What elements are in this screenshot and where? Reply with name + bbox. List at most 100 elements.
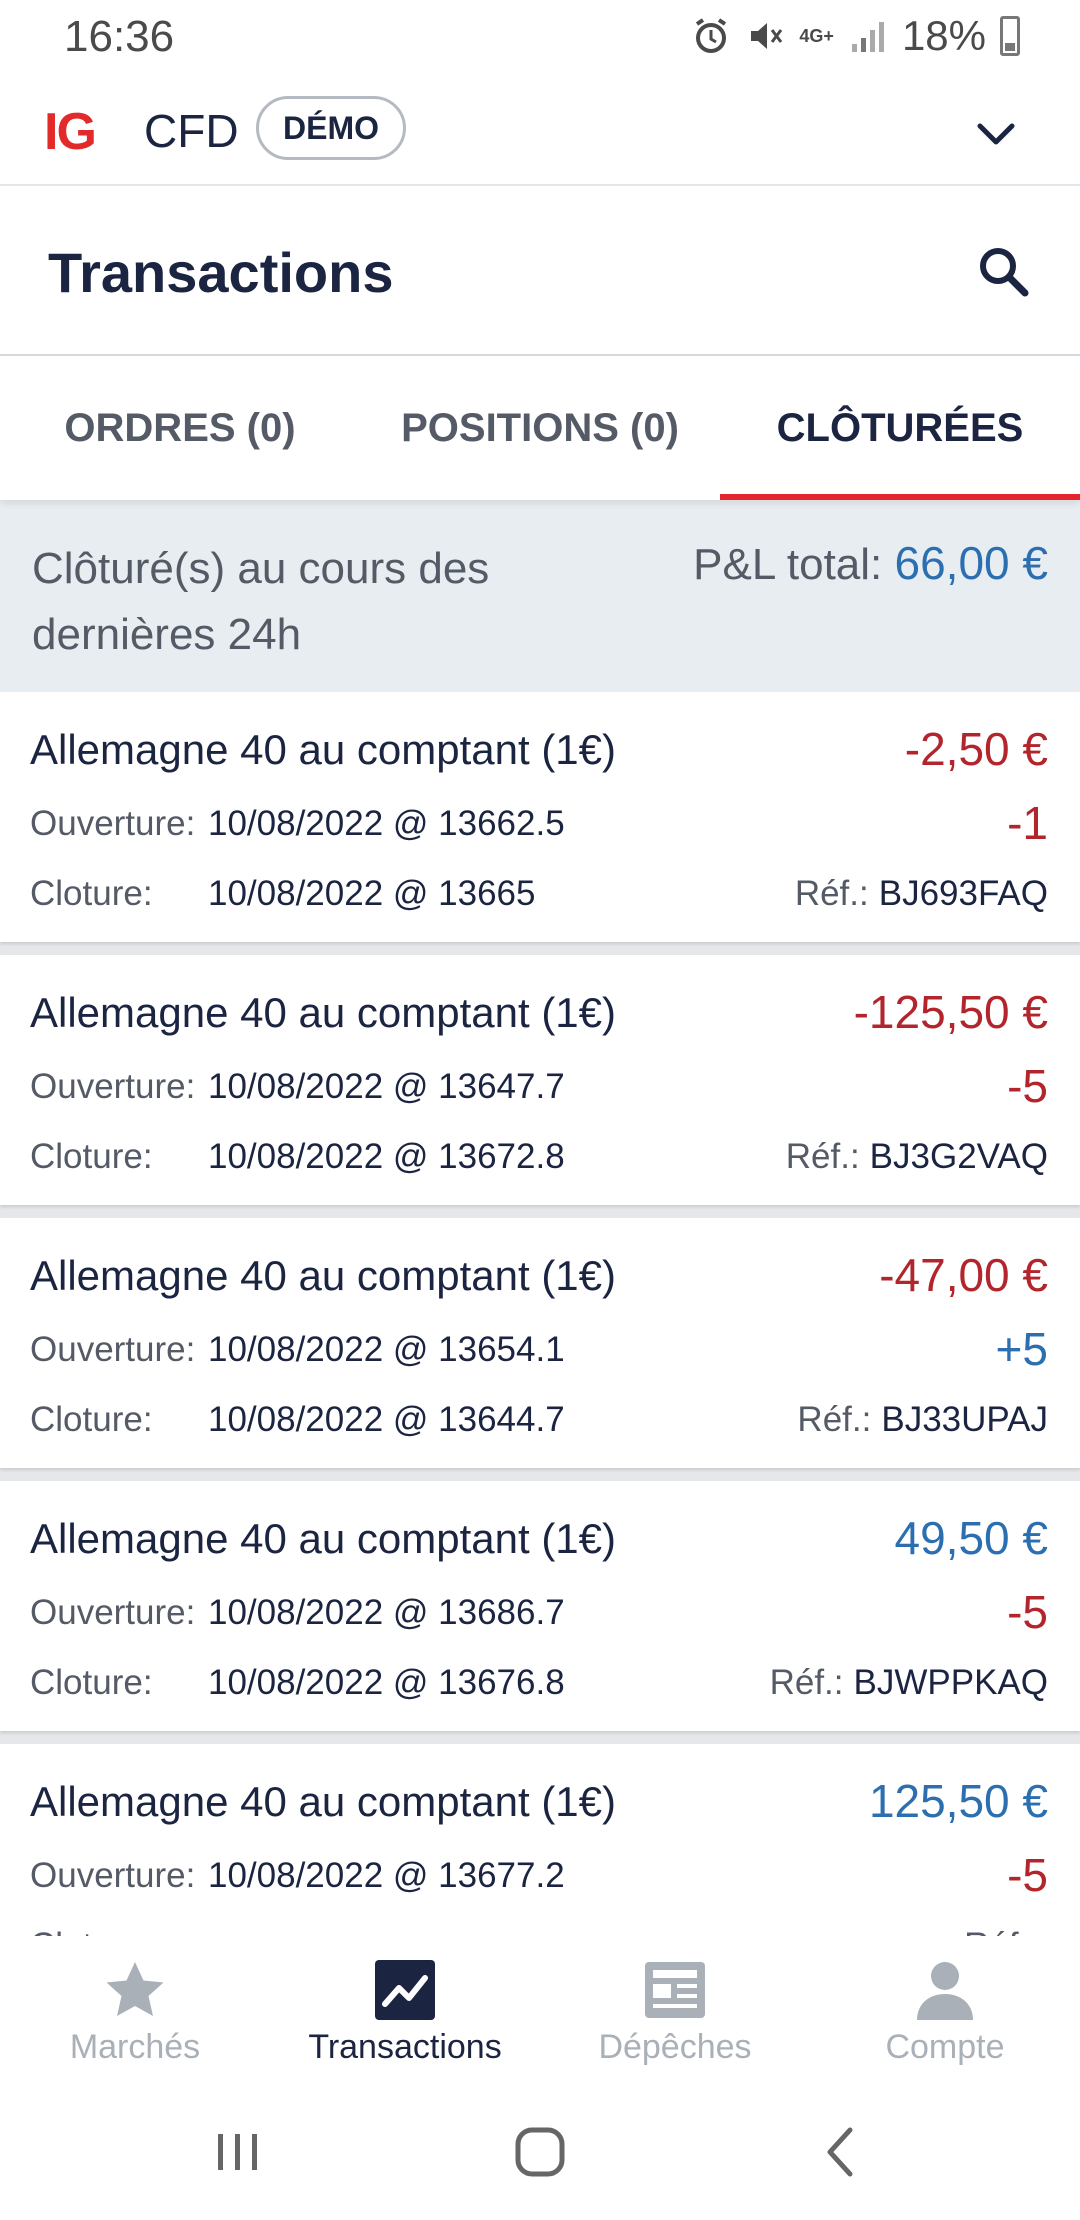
nav-news[interactable]: Dépêches — [540, 1936, 810, 2086]
pl-total-label: P&L total: — [693, 540, 883, 589]
transaction-card[interactable]: Allemagne 40 au comptant (1€) 49,50 € Ou… — [0, 1481, 1080, 1731]
signal-icon — [851, 22, 884, 52]
app-bar: IG CFD DÉMO — [0, 74, 1080, 186]
closing-label: Cloture: — [30, 1663, 153, 1702]
reference: Réf.: BJ33UPAJ — [797, 1400, 1048, 1440]
search-icon[interactable] — [974, 242, 1034, 302]
opening-label: Ouverture: — [30, 1593, 196, 1632]
opening-value: 10/08/2022 @ 13677.2 — [208, 1856, 565, 1895]
ig-logo: IG — [44, 103, 97, 161]
opening-label: Ouverture: — [30, 1856, 196, 1895]
closing-label: Cloture: — [30, 1400, 153, 1439]
closing-value: 10/08/2022 @ 13676.8 — [208, 1663, 565, 1702]
product-name[interactable]: CFD — [144, 104, 239, 158]
opening-row: Ouverture: 10/08/2022 @ 13686.7 — [30, 1593, 565, 1633]
nav-news-label: Dépêches — [598, 2028, 752, 2066]
instrument-name: Allemagne 40 au comptant (1€) — [30, 989, 617, 1036]
opening-label: Ouverture: — [30, 1330, 196, 1369]
tab-orders[interactable]: ORDRES (0) — [0, 356, 360, 500]
ref-label: Réf.: — [964, 1926, 1038, 1936]
transaction-card[interactable]: Allemagne 40 au comptant (1€) -125,50 € … — [0, 955, 1080, 1205]
ref-code: BJ33UPAJ — [881, 1400, 1048, 1439]
recent-apps-icon[interactable] — [208, 2122, 268, 2182]
opening-value: 10/08/2022 @ 13654.1 — [208, 1330, 565, 1369]
opening-row: Ouverture: 10/08/2022 @ 13677.2 — [30, 1856, 565, 1896]
closing-label: Cloture: — [30, 1137, 153, 1176]
ref-code: BJ3G2VAQ — [869, 1137, 1048, 1176]
ref-label: Réf.: — [769, 1663, 844, 1702]
status-time: 16:36 — [64, 12, 175, 61]
closing-label: Cloture: — [30, 874, 153, 913]
opening-row: Ouverture: 10/08/2022 @ 13662.5 — [30, 804, 565, 844]
transaction-quantity: -5 — [1007, 1849, 1048, 1901]
instrument-name: Allemagne 40 au comptant (1€) — [30, 1515, 617, 1562]
opening-label: Ouverture: — [30, 804, 196, 843]
transaction-pl: -2,50 € — [904, 723, 1048, 775]
nav-markets-label: Marchés — [69, 2028, 201, 2066]
transactions-list: Allemagne 40 au comptant (1€) -2,50 € Ou… — [0, 692, 1080, 1936]
transaction-quantity: -1 — [1007, 797, 1048, 849]
person-icon — [917, 1962, 973, 2020]
page-title: Transactions — [48, 241, 394, 304]
nav-markets[interactable]: Marchés — [0, 1936, 270, 2086]
nav-account[interactable]: Compte — [810, 1936, 1080, 2086]
transaction-quantity: +5 — [995, 1323, 1048, 1375]
ref-label: Réf.: — [797, 1400, 872, 1439]
star-icon — [106, 1962, 164, 2016]
system-nav-bar — [0, 2086, 1080, 2220]
instrument-name: Allemagne 40 au comptant (1€) — [30, 726, 617, 773]
transaction-pl: 49,50 € — [894, 1512, 1048, 1564]
reference: Réf.: — [964, 1926, 1048, 1936]
alarm-icon — [696, 18, 727, 53]
home-icon[interactable] — [510, 2122, 570, 2182]
transaction-pl: 125,50 € — [868, 1775, 1048, 1827]
transaction-quantity: -5 — [1007, 1586, 1048, 1638]
demo-badge[interactable]: DÉMO — [256, 96, 406, 160]
ref-code: BJ693FAQ — [878, 874, 1048, 913]
page-header: Transactions — [0, 186, 1080, 356]
nav-transactions-label: Transactions — [308, 2028, 502, 2066]
opening-value: 10/08/2022 @ 13647.7 — [208, 1067, 565, 1106]
opening-value: 10/08/2022 @ 13662.5 — [208, 804, 565, 843]
tab-closed[interactable]: CLÔTURÉES — [720, 356, 1080, 500]
reference: Réf.: BJWPPKAQ — [770, 1663, 1048, 1703]
battery-icon — [1000, 16, 1020, 56]
opening-row: Ouverture: 10/08/2022 @ 13654.1 — [30, 1330, 565, 1370]
transaction-pl: -125,50 € — [853, 986, 1048, 1038]
ref-label: Réf.: — [785, 1137, 860, 1176]
pl-total: P&L total: 66,00 € — [693, 536, 1048, 590]
transaction-card[interactable]: Allemagne 40 au comptant (1€) -47,00 € O… — [0, 1218, 1080, 1468]
ref-label: Réf.: — [794, 874, 869, 913]
nav-transactions[interactable]: Transactions — [270, 1936, 540, 2086]
closing-label: Cloture: — [30, 1926, 208, 1936]
news-icon — [645, 1962, 705, 2018]
reference: Réf.: BJ693FAQ — [795, 874, 1048, 914]
summary-caption: Clôturé(s) au cours des dernières 24h — [32, 544, 490, 659]
back-icon[interactable] — [812, 2122, 872, 2182]
mute-icon — [751, 23, 783, 49]
transaction-pl: -47,00 € — [879, 1249, 1048, 1301]
instrument-name: Allemagne 40 au comptant (1€) — [30, 1252, 617, 1299]
tab-bar: ORDRES (0) POSITIONS (0) CLÔTURÉES — [0, 356, 1080, 500]
opening-value: 10/08/2022 @ 13686.7 — [208, 1593, 565, 1632]
closing-row: Cloture: 10/08/2022 @ 13644.7 — [30, 1400, 565, 1440]
closing-row: Cloture: 10/08/2022 @ 13672.8 — [30, 1137, 565, 1177]
reference: Réf.: BJ3G2VAQ — [786, 1137, 1048, 1177]
closing-value: 10/08/2022 @ 13672.8 — [208, 1137, 565, 1176]
transaction-card[interactable]: Allemagne 40 au comptant (1€) 125,50 € O… — [0, 1744, 1080, 1936]
opening-row: Ouverture: 10/08/2022 @ 13647.7 — [30, 1067, 565, 1107]
transaction-card[interactable]: Allemagne 40 au comptant (1€) -2,50 € Ou… — [0, 692, 1080, 942]
pl-total-value: 66,00 € — [894, 537, 1048, 589]
tab-positions[interactable]: POSITIONS (0) — [360, 356, 720, 500]
chevron-down-icon[interactable] — [972, 110, 1020, 158]
opening-label: Ouverture: — [30, 1067, 196, 1106]
nav-account-label: Compte — [885, 2028, 1005, 2066]
chart-icon — [375, 1960, 435, 2020]
network-type: 4G+ — [799, 25, 834, 46]
battery-percent: 18% — [901, 12, 986, 59]
instrument-name: Allemagne 40 au comptant (1€) — [30, 1778, 617, 1825]
closing-value: 10/08/2022 @ 13644.7 — [208, 1400, 565, 1439]
closing-row: Cloture: 10/08/2022 @ 13665 — [30, 874, 535, 914]
closing-row: Cloture: — [30, 1926, 208, 1936]
status-icons: 4G+ 18% — [691, 12, 1020, 60]
